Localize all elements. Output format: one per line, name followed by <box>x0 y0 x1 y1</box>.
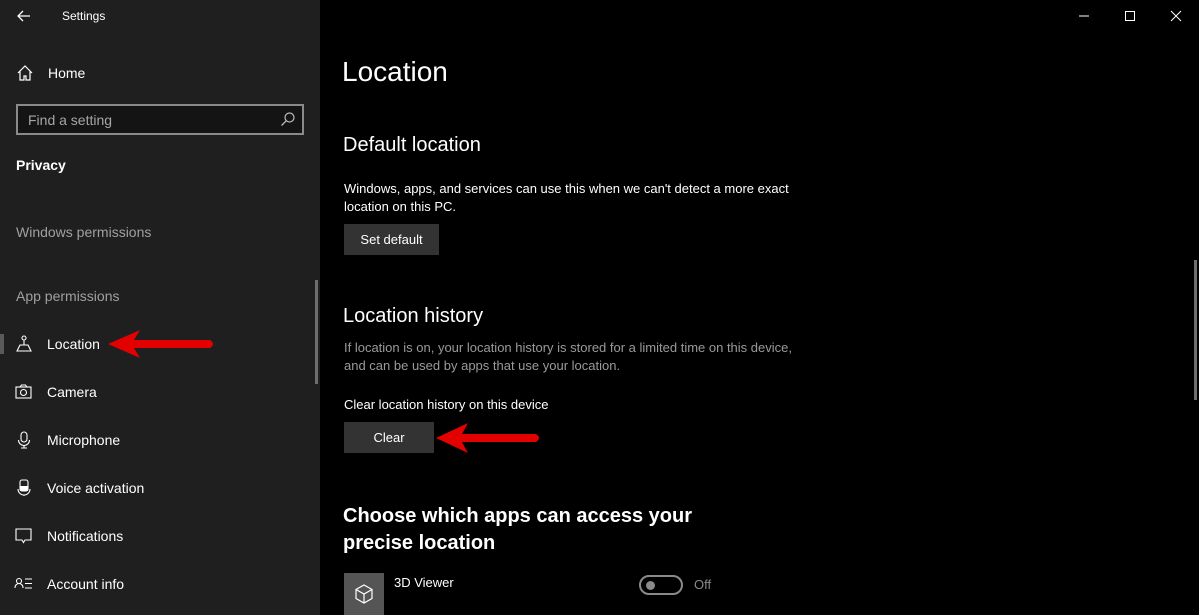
clear-button[interactable]: Clear <box>344 422 434 453</box>
set-default-button[interactable]: Set default <box>344 224 439 255</box>
sidebar-item-label: Notifications <box>47 528 124 544</box>
sidebar-item-label: Camera <box>47 384 97 400</box>
search-icon[interactable] <box>280 111 296 127</box>
precise-location-heading: Choose which apps can access your precis… <box>343 505 693 554</box>
sidebar-item-label: Voice activation <box>47 480 145 496</box>
sidebar-item-label: Account info <box>47 576 125 592</box>
page-title: Location <box>342 56 448 87</box>
main-content: Location Default location Windows, apps,… <box>320 0 1199 615</box>
notifications-icon <box>15 528 32 544</box>
title-bar: Settings <box>0 0 320 34</box>
location-history-description: If location is on, your location history… <box>344 340 792 373</box>
main-scrollbar[interactable] <box>1194 260 1197 400</box>
sidebar-item-home[interactable]: Home <box>0 58 320 88</box>
home-icon <box>17 65 33 81</box>
close-icon <box>1170 10 1182 22</box>
maximize-button[interactable] <box>1107 0 1153 32</box>
voice-activation-icon <box>17 479 31 496</box>
back-button[interactable] <box>12 6 36 26</box>
sidebar-item-label: Microphone <box>47 432 121 448</box>
home-label: Home <box>48 65 86 81</box>
account-info-icon <box>14 577 32 589</box>
minimize-icon <box>1079 15 1089 17</box>
microphone-icon <box>17 431 31 449</box>
sidebar-scrollbar[interactable] <box>315 280 318 384</box>
minimize-button[interactable] <box>1061 0 1107 32</box>
app-location-toggle[interactable] <box>639 575 683 595</box>
app-tile <box>344 573 384 615</box>
maximize-icon <box>1125 11 1135 21</box>
location-history-heading: Location history <box>343 305 484 327</box>
back-arrow-icon <box>17 10 30 22</box>
sidebar-item-notifications[interactable]: Notifications <box>0 516 316 556</box>
app-title: Settings <box>62 9 106 23</box>
selection-indicator <box>0 334 4 354</box>
window-controls <box>1061 0 1199 32</box>
cube-icon <box>355 584 373 604</box>
close-button[interactable] <box>1153 0 1199 32</box>
group-label-app-permissions: App permissions <box>16 288 120 304</box>
default-location-heading: Default location <box>343 134 481 156</box>
sidebar-item-label: Location <box>47 336 100 352</box>
clear-history-label: Clear location history on this device <box>344 397 549 412</box>
default-location-description: Windows, apps, and services can use this… <box>344 181 789 214</box>
sidebar-item-microphone[interactable]: Microphone <box>0 420 316 460</box>
camera-icon <box>15 384 32 399</box>
search-input[interactable] <box>18 106 278 133</box>
app-row-3d-viewer: 3D Viewer Off <box>344 573 764 615</box>
annotation-arrow-location <box>108 330 213 358</box>
sidebar: Settings Home Privacy Windows permission… <box>0 0 320 615</box>
location-icon <box>16 335 32 352</box>
search-box[interactable] <box>16 104 304 135</box>
app-name: 3D Viewer <box>394 575 454 590</box>
toggle-state-label: Off <box>694 577 712 592</box>
section-title-privacy: Privacy <box>16 157 66 173</box>
group-label-windows-permissions: Windows permissions <box>16 224 152 240</box>
sidebar-item-account-info[interactable]: Account info <box>0 564 316 604</box>
sidebar-item-voice-activation[interactable]: Voice activation <box>0 468 316 508</box>
toggle-knob <box>646 581 655 590</box>
annotation-arrow-clear <box>436 423 539 453</box>
sidebar-item-camera[interactable]: Camera <box>0 372 316 412</box>
